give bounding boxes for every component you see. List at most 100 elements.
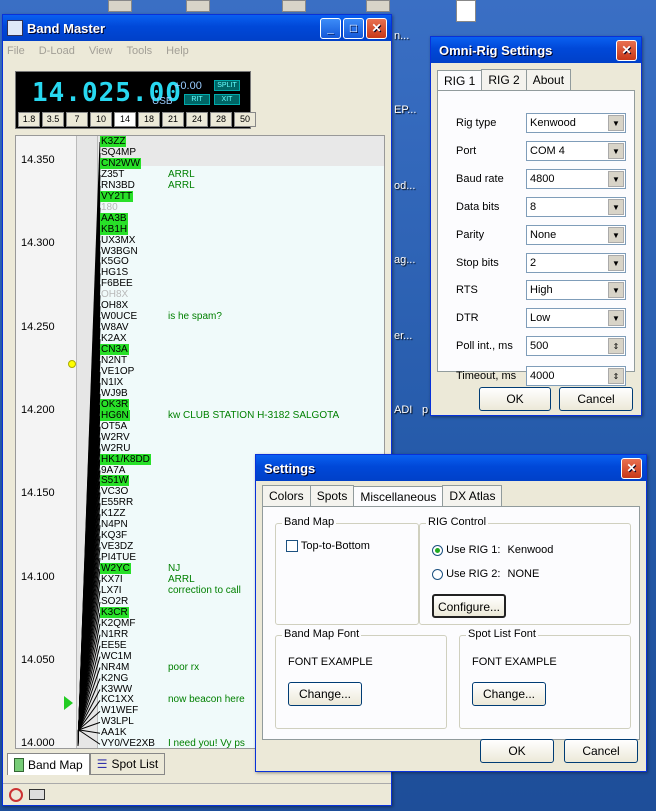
clock-icon[interactable] bbox=[9, 787, 23, 802]
spot-row[interactable]: CN2WW bbox=[100, 157, 141, 169]
spot-row[interactable]: F6BEE bbox=[100, 278, 134, 289]
tab-rig2[interactable]: RIG 2 bbox=[481, 69, 527, 90]
tab-band-map[interactable]: Band Map bbox=[7, 753, 90, 775]
spot-row[interactable]: KC1XX bbox=[100, 694, 135, 705]
spot-row[interactable]: UX3MX bbox=[100, 235, 136, 246]
band-button[interactable]: 10 bbox=[90, 112, 112, 127]
radio-icon[interactable] bbox=[432, 568, 443, 580]
tab-about[interactable]: About bbox=[525, 69, 572, 90]
spot-row[interactable]: N2NT bbox=[100, 355, 128, 366]
cancel-button[interactable]: Cancel bbox=[559, 387, 633, 411]
desktop-label[interactable]: er... bbox=[394, 330, 412, 342]
spot-row[interactable]: OH8X bbox=[100, 300, 129, 311]
spot-row[interactable]: WJ9B bbox=[100, 388, 129, 399]
select-field[interactable]: COM 4 ▼ bbox=[526, 141, 626, 161]
spot-row[interactable]: W3BGN bbox=[100, 246, 139, 257]
dropdown-arrow-icon[interactable]: ▼ bbox=[608, 282, 624, 298]
spot-row[interactable]: SO2R bbox=[100, 596, 129, 607]
desktop-label[interactable]: p bbox=[422, 404, 428, 416]
checkbox-icon[interactable] bbox=[286, 540, 298, 553]
dropdown-arrow-icon[interactable]: ▼ bbox=[608, 199, 624, 215]
menu-file[interactable]: File bbox=[7, 45, 25, 57]
ok-button[interactable]: OK bbox=[479, 387, 551, 411]
band-button[interactable]: 24 bbox=[186, 112, 208, 127]
desktop-label[interactable]: EP... bbox=[394, 104, 416, 116]
spot-row[interactable]: OT5A bbox=[100, 421, 128, 432]
spot-row[interactable]: 180 bbox=[100, 202, 119, 213]
desktop-label[interactable]: ADI bbox=[394, 404, 412, 416]
spot-row[interactable]: K5GO bbox=[100, 256, 130, 267]
spot-row[interactable]: W0UCE bbox=[100, 311, 138, 322]
spot-row[interactable]: HK1/K8DD bbox=[100, 453, 151, 465]
settings-titlebar[interactable]: Settings ✕ bbox=[256, 455, 646, 481]
spot-row[interactable]: K2AX bbox=[100, 333, 128, 344]
spot-row[interactable]: N4PN bbox=[100, 519, 129, 530]
spot-row[interactable]: KB1H bbox=[100, 223, 129, 235]
spot-row[interactable]: K3CR bbox=[100, 606, 129, 618]
spot-row[interactable]: WC1M bbox=[100, 651, 133, 662]
spot-row[interactable]: LX7I bbox=[100, 585, 123, 596]
menu-dload[interactable]: D-Load bbox=[39, 45, 75, 57]
spot-row[interactable]: EE5E bbox=[100, 640, 128, 651]
spot-row[interactable]: W2RU bbox=[100, 443, 131, 454]
desktop-icon[interactable] bbox=[186, 0, 210, 12]
spot-row[interactable]: W2RV bbox=[100, 432, 131, 443]
tuning-pointer-icon[interactable] bbox=[64, 696, 73, 710]
close-icon[interactable]: ✕ bbox=[366, 17, 387, 39]
spot-row[interactable]: VY0/VE2XB bbox=[100, 738, 156, 748]
spot-row[interactable]: W8AV bbox=[100, 322, 130, 333]
spot-row[interactable]: CN3A bbox=[100, 344, 129, 356]
spot-row[interactable]: S51W bbox=[100, 475, 130, 487]
spot-row[interactable]: KQ3F bbox=[100, 530, 128, 541]
spot-row[interactable]: HG1S bbox=[100, 267, 129, 278]
desktop-icon[interactable] bbox=[108, 0, 132, 12]
spot-row[interactable]: W2YC bbox=[100, 563, 131, 575]
rit-button[interactable]: RIT bbox=[184, 94, 210, 105]
dropdown-arrow-icon[interactable]: ▼ bbox=[608, 310, 624, 326]
desktop-icon[interactable] bbox=[366, 0, 390, 12]
desktop-label[interactable]: n... bbox=[394, 30, 409, 42]
dropdown-arrow-icon[interactable]: ▼ bbox=[608, 115, 624, 131]
spot-row[interactable]: N1RR bbox=[100, 629, 129, 640]
spot-row[interactable]: RN3BD bbox=[100, 180, 136, 191]
select-field[interactable]: 2 ▼ bbox=[526, 253, 626, 273]
spot-row[interactable]: SQ4MP bbox=[100, 147, 137, 158]
configure-button[interactable]: Configure... bbox=[432, 594, 506, 618]
spot-row[interactable]: K1ZZ bbox=[100, 508, 126, 519]
spot-row[interactable]: HG6N bbox=[100, 409, 130, 421]
band-button[interactable]: 21 bbox=[162, 112, 184, 127]
spin-field[interactable]: 4000 ⇕ bbox=[526, 366, 626, 386]
radio-icon[interactable] bbox=[29, 789, 45, 800]
spinner-icon[interactable]: ⇕ bbox=[608, 368, 624, 384]
spot-row[interactable]: VY2TT bbox=[100, 190, 134, 202]
desktop-icon[interactable] bbox=[282, 0, 306, 12]
select-field[interactable]: 4800 ▼ bbox=[526, 169, 626, 189]
tab-spot-list[interactable]: ☰ Spot List bbox=[89, 753, 166, 775]
band-button[interactable]: 50 bbox=[234, 112, 256, 127]
band-button[interactable]: 7 bbox=[66, 112, 88, 127]
spot-row[interactable]: W3LPL bbox=[100, 716, 135, 727]
spot-row[interactable]: K3WW bbox=[100, 684, 133, 695]
spot-row[interactable]: VC3O bbox=[100, 486, 129, 497]
use-rig1-radio[interactable]: Use RIG 1: Kenwood bbox=[432, 544, 553, 556]
spot-row[interactable]: AA3B bbox=[100, 212, 128, 224]
maximize-icon[interactable]: □ bbox=[343, 17, 364, 39]
split-button[interactable]: SPLIT bbox=[214, 80, 240, 91]
tab-colors[interactable]: Colors bbox=[262, 485, 311, 506]
spot-row[interactable]: AA1K bbox=[100, 727, 128, 738]
desktop-label[interactable]: od... bbox=[394, 180, 415, 192]
select-field[interactable]: 8 ▼ bbox=[526, 197, 626, 217]
spot-row[interactable]: OK3R bbox=[100, 398, 130, 410]
dropdown-arrow-icon[interactable]: ▼ bbox=[608, 171, 624, 187]
spin-field[interactable]: 500 ⇕ bbox=[526, 336, 626, 356]
dropdown-arrow-icon[interactable]: ▼ bbox=[608, 227, 624, 243]
band-button[interactable]: 3.5 bbox=[42, 112, 64, 127]
top-to-bottom-checkbox[interactable]: Top-to-Bottom bbox=[286, 540, 370, 553]
spot-row[interactable]: KX7I bbox=[100, 574, 124, 585]
spot-row[interactable]: OH8X bbox=[100, 289, 129, 300]
select-field[interactable]: Low ▼ bbox=[526, 308, 626, 328]
select-field[interactable]: None ▼ bbox=[526, 225, 626, 245]
use-rig2-radio[interactable]: Use RIG 2: NONE bbox=[432, 568, 539, 580]
spot-row[interactable]: K3ZZ bbox=[100, 136, 127, 147]
spot-row[interactable]: K2QMF bbox=[100, 618, 136, 629]
